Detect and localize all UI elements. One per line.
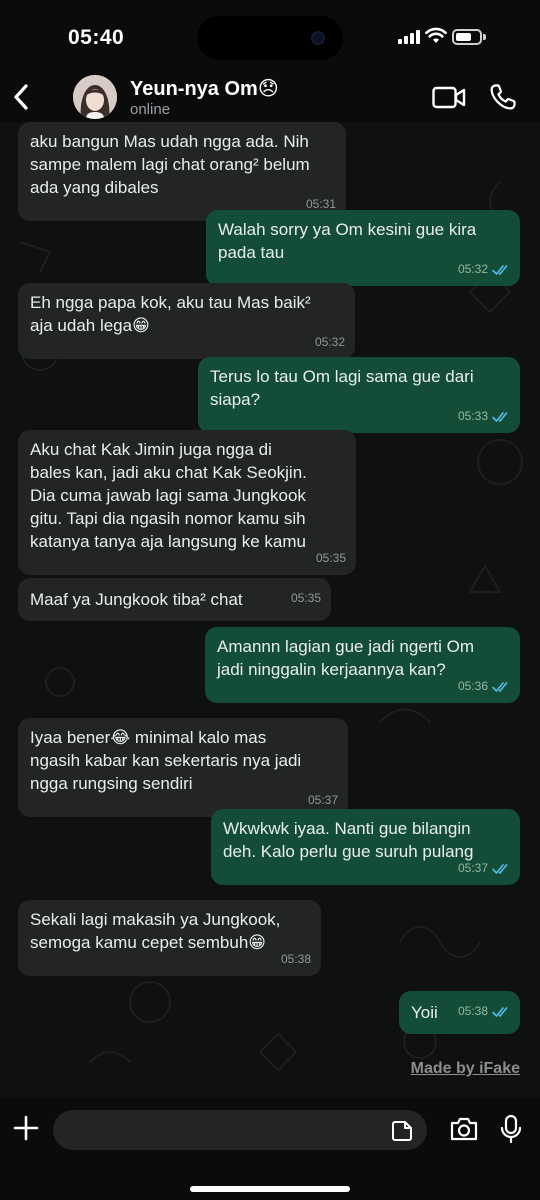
message-input[interactable] xyxy=(53,1110,373,1150)
message-meta: 05:32 xyxy=(458,258,510,281)
back-button[interactable] xyxy=(8,80,34,114)
read-receipt-icon xyxy=(492,1006,508,1017)
incoming-message-bubble[interactable]: Maaf ya Jungkook tiba² chat 05:35 xyxy=(18,578,331,621)
input-bar xyxy=(0,1098,540,1200)
mic-icon[interactable] xyxy=(500,1114,522,1144)
message-meta: 05:38 xyxy=(281,948,311,971)
message-text: Maaf ya Jungkook tiba² chat xyxy=(30,590,243,609)
message-meta: 05:36 xyxy=(458,675,510,698)
incoming-message-bubble[interactable]: Sekali lagi makasih ya Jungkook, semoga … xyxy=(18,900,321,976)
message-text: aku bangun Mas udah ngga ada. Nih sampe … xyxy=(30,132,310,197)
contact-status: online xyxy=(130,101,171,118)
message-time: 05:35 xyxy=(290,591,321,605)
read-receipt-icon xyxy=(492,863,508,874)
message-time: 05:37 xyxy=(457,861,488,875)
message-time: 05:38 xyxy=(457,1004,488,1018)
incoming-message-bubble[interactable]: Aku chat Kak Jimin juga ngga di bales ka… xyxy=(18,430,356,575)
contact-name[interactable]: Yeun-nya Om😞 xyxy=(130,76,279,101)
status-bar: 05:40 xyxy=(0,0,540,74)
clock: 05:40 xyxy=(68,26,125,49)
battery-icon xyxy=(452,29,486,45)
message-text: Sekali lagi makasih ya Jungkook, semoga … xyxy=(30,910,281,952)
back-chevron-icon xyxy=(14,84,28,110)
watermark: Made by iFake xyxy=(410,1060,520,1077)
message-text: Eh ngga papa kok, aku tau Mas baik² aja … xyxy=(30,293,311,335)
read-receipt-icon xyxy=(492,681,508,692)
incoming-message-bubble[interactable]: Eh ngga papa kok, aku tau Mas baik² aja … xyxy=(18,283,355,359)
message-meta: 05:37 xyxy=(458,857,510,880)
message-meta: 05:33 xyxy=(458,405,510,428)
chat-header: Yeun-nya Om😞 online xyxy=(0,74,540,122)
message-list: aku bangun Mas udah ngga ada. Nih sampe … xyxy=(0,122,540,1098)
incoming-message-bubble[interactable]: aku bangun Mas udah ngga ada. Nih sampe … xyxy=(18,122,346,221)
front-camera-icon xyxy=(311,31,325,45)
home-indicator[interactable] xyxy=(190,1186,350,1192)
avatar-image xyxy=(73,75,117,119)
read-receipt-icon xyxy=(492,264,508,275)
cellular-signal-icon xyxy=(398,30,420,44)
message-time: 05:35 xyxy=(315,551,346,565)
message-meta: 05:35 xyxy=(316,547,346,570)
video-call-icon[interactable] xyxy=(432,86,466,110)
dynamic-island xyxy=(197,16,343,60)
chat-area[interactable]: aku bangun Mas udah ngga ada. Nih sampe … xyxy=(0,122,540,1098)
outgoing-message-bubble[interactable]: Walah sorry ya Om kesini gue kira pada t… xyxy=(206,210,520,286)
read-receipt-icon xyxy=(492,411,508,422)
plus-icon[interactable] xyxy=(12,1114,40,1142)
sticker-icon[interactable] xyxy=(391,1120,413,1142)
message-time: 05:32 xyxy=(314,335,345,349)
outgoing-message-bubble[interactable]: Wkwkwk iyaa. Nanti gue bilangin deh. Kal… xyxy=(211,809,520,885)
message-time: 05:36 xyxy=(457,679,488,693)
camera-icon[interactable] xyxy=(449,1116,479,1142)
outgoing-message-bubble[interactable]: Terus lo tau Om lagi sama gue dari siapa… xyxy=(198,357,520,433)
wifi-icon xyxy=(425,27,447,43)
message-text: Aku chat Kak Jimin juga ngga di bales ka… xyxy=(30,440,307,551)
outgoing-message-bubble[interactable]: Amannn lagian gue jadi ngerti Om jadi ni… xyxy=(205,627,520,703)
incoming-message-bubble[interactable]: Iyaa bener😂 minimal kalo mas ngasih kaba… xyxy=(18,718,348,817)
message-meta: 05:35 xyxy=(291,587,321,610)
message-meta: 05:32 xyxy=(315,331,345,354)
message-meta: 05:38 xyxy=(458,1000,510,1023)
message-input-field[interactable] xyxy=(53,1110,427,1150)
message-time: 05:33 xyxy=(457,409,488,423)
message-time: 05:38 xyxy=(280,952,311,966)
message-text: Iyaa bener😂 minimal kalo mas ngasih kaba… xyxy=(30,728,302,793)
outgoing-message-bubble[interactable]: Yoii 05:38 xyxy=(399,991,520,1034)
message-text: Yoii xyxy=(411,1003,438,1022)
message-time: 05:32 xyxy=(457,262,488,276)
phone-icon[interactable] xyxy=(489,83,517,111)
avatar[interactable] xyxy=(73,75,117,119)
